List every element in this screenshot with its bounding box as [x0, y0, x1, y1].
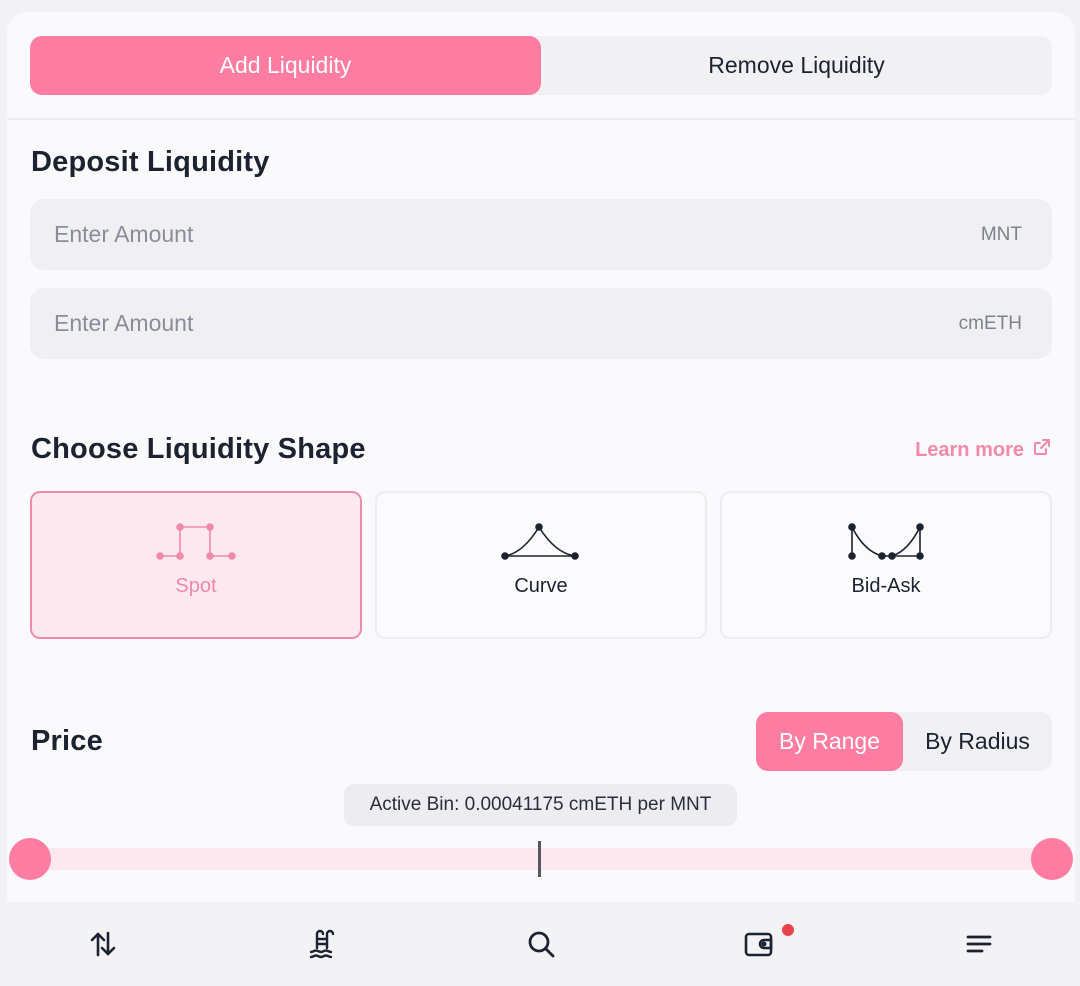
active-bin-marker [538, 841, 541, 877]
bid-ask-shape-icon [848, 523, 924, 560]
shape-option-bid-ask[interactable]: Bid-Ask [720, 491, 1052, 639]
active-bin-badge: Active Bin: 0.00041175 cmETH per MNT [344, 784, 737, 826]
pool-icon[interactable] [302, 924, 342, 964]
mnt-amount-input[interactable] [54, 221, 754, 248]
external-link-icon [1032, 437, 1052, 463]
curve-shape-icon [501, 523, 579, 560]
search-icon[interactable] [521, 924, 561, 964]
wallet-icon[interactable] [739, 924, 779, 964]
learn-more-label: Learn more [915, 438, 1024, 461]
price-heading: Price [31, 725, 103, 757]
shape-label-curve: Curve [514, 575, 568, 597]
learn-more-link[interactable]: Learn more [915, 437, 1052, 463]
price-range-track[interactable] [30, 848, 1052, 870]
deposit-liquidity-heading: Deposit Liquidity [31, 146, 270, 178]
shape-option-spot[interactable]: Spot [30, 491, 362, 639]
by-radius-button[interactable]: By Radius [903, 712, 1052, 771]
shape-option-curve[interactable]: Curve [375, 491, 707, 639]
shape-label-bid-ask: Bid-Ask [851, 575, 921, 597]
tab-remove-liquidity[interactable]: Remove Liquidity [541, 36, 1052, 95]
swap-icon[interactable] [83, 924, 123, 964]
shape-label-spot: Spot [175, 575, 217, 597]
mnt-unit-label: MNT [980, 223, 1022, 245]
liquidity-shape-heading: Choose Liquidity Shape [31, 433, 366, 465]
by-range-button[interactable]: By Range [756, 712, 903, 771]
cmeth-unit-label: cmETH [958, 312, 1022, 334]
cmeth-amount-input[interactable] [54, 310, 754, 337]
bottom-navigation [0, 902, 1080, 986]
mnt-amount-field[interactable]: MNT [30, 199, 1052, 270]
spot-shape-icon [156, 523, 236, 560]
menu-icon[interactable] [959, 924, 999, 964]
divider [7, 118, 1075, 120]
liquidity-tabs: Add Liquidity Remove Liquidity [30, 36, 1052, 95]
tab-add-liquidity[interactable]: Add Liquidity [30, 36, 541, 95]
notification-dot [782, 924, 794, 936]
cmeth-amount-field[interactable]: cmETH [30, 288, 1052, 359]
range-min-handle[interactable] [9, 838, 51, 880]
price-mode-toggle: By Range By Radius [756, 712, 1052, 771]
range-max-handle[interactable] [1031, 838, 1073, 880]
